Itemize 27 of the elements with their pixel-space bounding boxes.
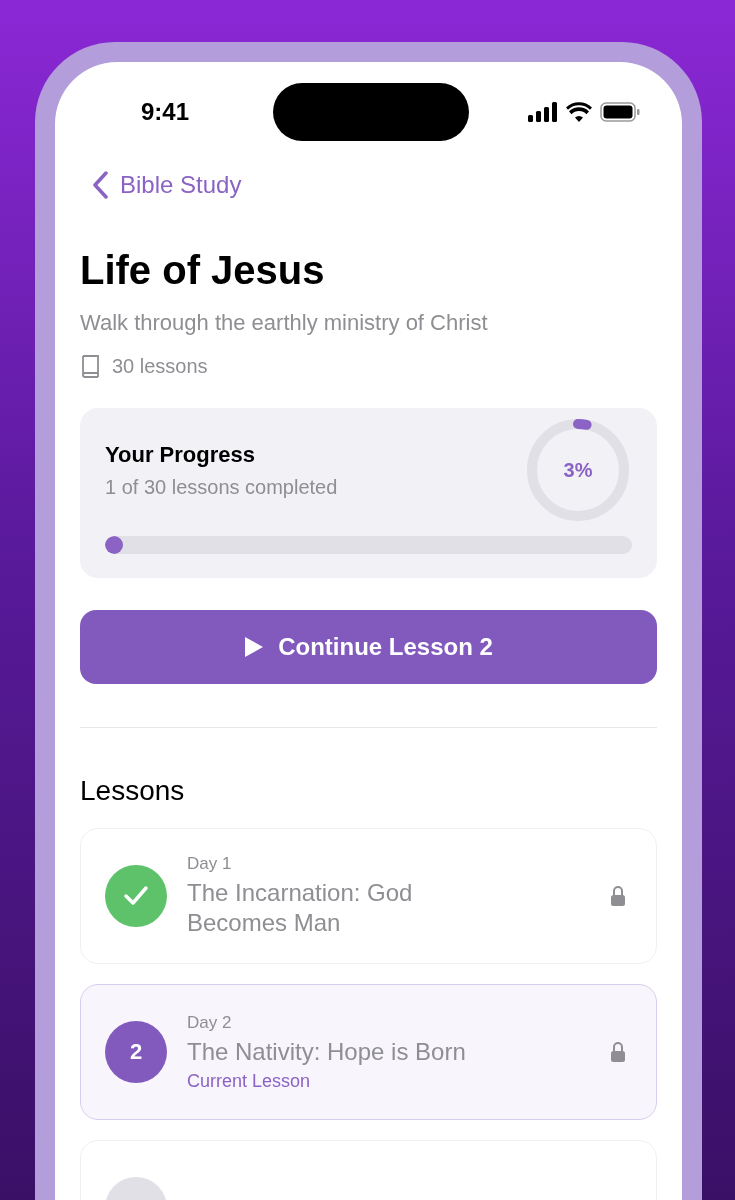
lesson-count: 30 lessons <box>112 354 208 378</box>
lesson-title: The Incarnation: God Becomes Man <box>187 878 414 938</box>
wifi-icon <box>566 102 592 122</box>
section-heading: Lessons <box>80 774 186 808</box>
book-icon <box>80 354 100 378</box>
battery-icon <box>600 102 640 122</box>
back-link[interactable]: Bible Study <box>92 170 657 200</box>
current-lesson-label: Current Lesson <box>187 1070 312 1092</box>
play-icon <box>244 636 265 658</box>
lesson-day: Day 2 <box>187 1012 590 1033</box>
progress-title: Your Progress <box>105 441 256 468</box>
signal-icon <box>528 102 558 122</box>
status-time: 9:41 <box>141 98 191 126</box>
check-icon <box>123 885 149 907</box>
lesson-card[interactable]: Day 1 The Incarnation: God Becomes Man <box>80 828 657 964</box>
progress-percent: 3% <box>563 458 593 482</box>
lock-icon <box>610 885 626 907</box>
lock-icon <box>610 1041 626 1063</box>
lesson-card[interactable]: 2 Day 2 The Nativity: Hope is Born Current Lesson <box>80 984 657 1120</box>
course-subtitle: Walk through the earthly ministry of Christ <box>80 309 489 337</box>
chevron-left-icon <box>92 171 108 199</box>
lesson-number-badge: 2 <box>105 1021 167 1083</box>
lesson-day: Day 1 <box>187 854 590 874</box>
progress-subtitle: 1 of 30 lessons completed <box>105 475 338 499</box>
continue-button[interactable]: Continue Lesson 2 <box>80 610 657 684</box>
course-title: Life of Jesus <box>80 247 326 294</box>
lesson-title: The Nativity: Hope is Born <box>187 1036 467 1067</box>
